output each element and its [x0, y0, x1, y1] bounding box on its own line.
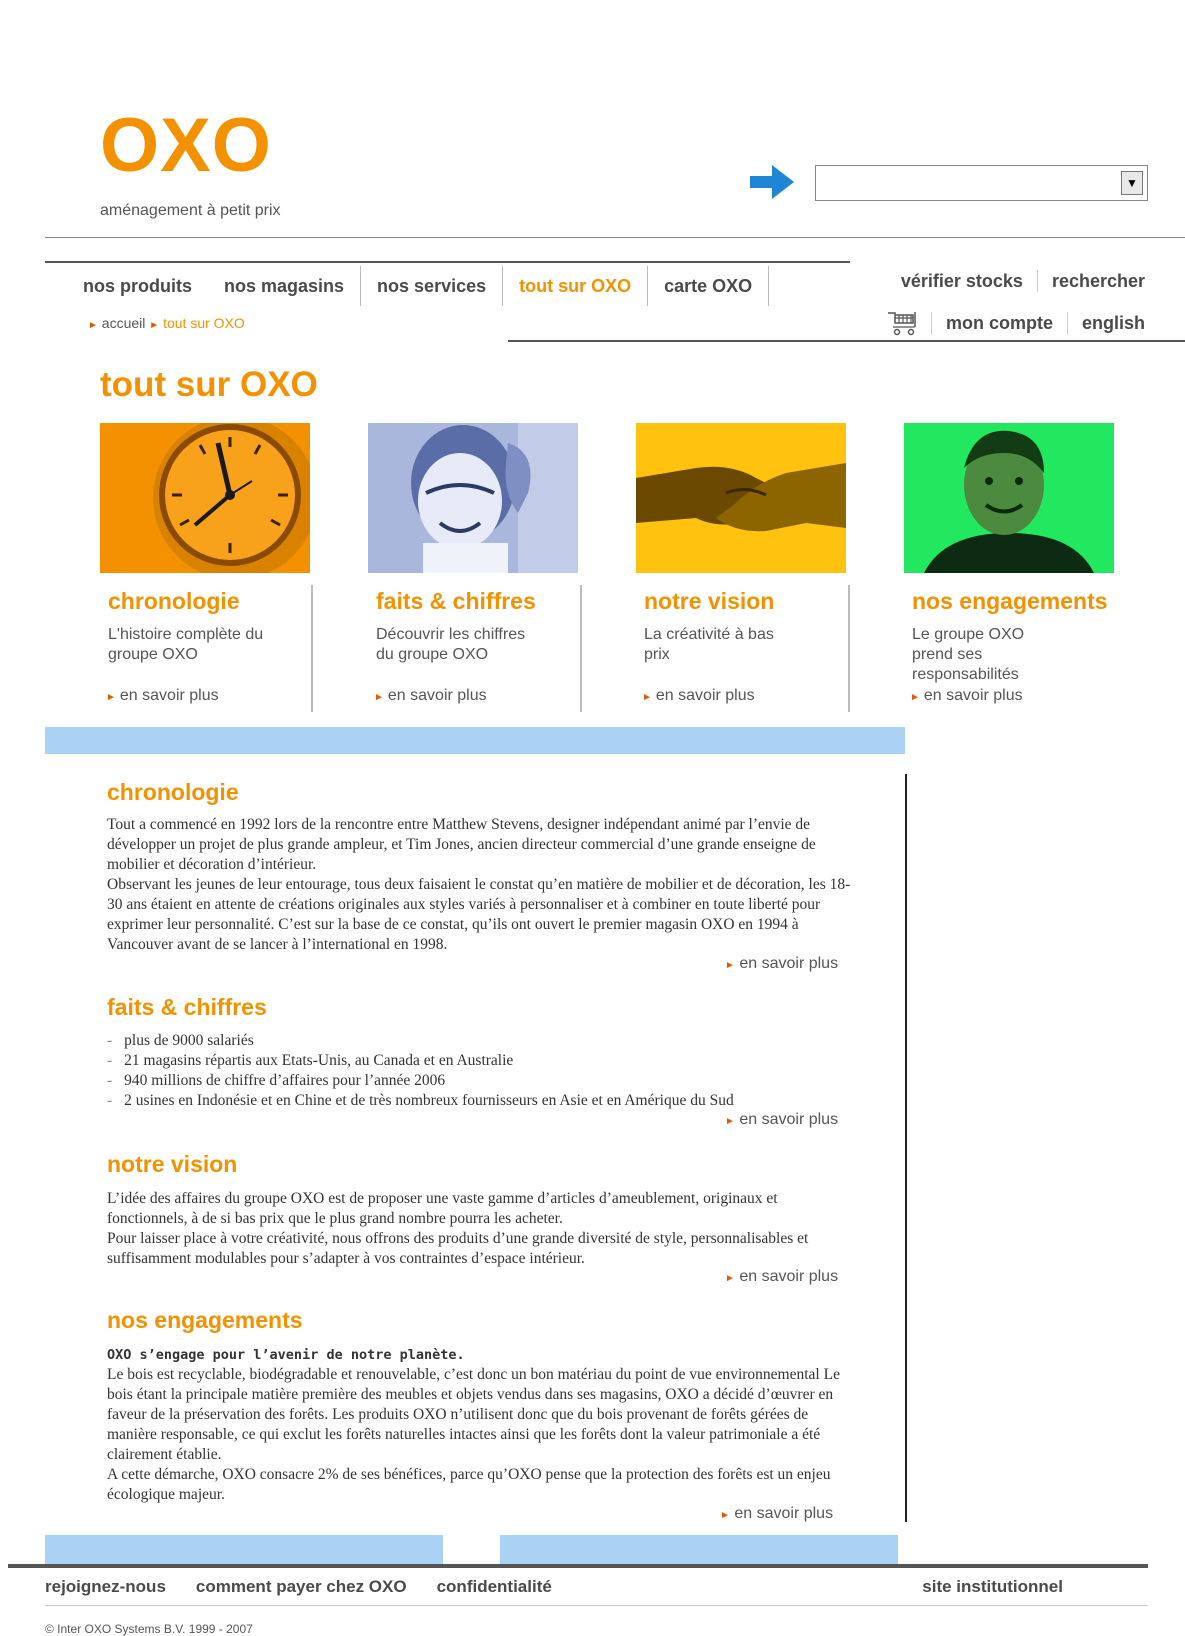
tagline: aménagement à petit prix [100, 202, 281, 219]
arrow-bullet-icon: ► [725, 1116, 735, 1127]
card-desc-faits: Découvrir les chiffres du groupe OXO [376, 626, 526, 663]
footer-bottom-line [45, 1605, 1148, 1606]
arrow-bullet-icon: ► [720, 1510, 730, 1521]
nav-separator [768, 266, 770, 306]
footer-blue-bar-left [45, 1535, 443, 1565]
main-nav: nos produits nos magasins nos services t… [45, 266, 770, 306]
section-more-label: en savoir plus [739, 1268, 839, 1285]
section-more-label: en savoir plus [739, 1111, 839, 1128]
header-divider [45, 237, 1185, 238]
section-more-chronologie[interactable]: ► en savoir plus [725, 955, 838, 973]
breadcrumb: ► accueil ► tout sur OXO [88, 315, 245, 331]
arrow-bullet-icon: ► [725, 1273, 735, 1284]
lead-paragraph: OXO s’engage pour l’avenir de notre plan… [107, 1347, 465, 1363]
section-more-engagements[interactable]: ► en savoir plus [720, 1505, 833, 1523]
content-right-border [905, 774, 907, 1522]
list-item: plus de 9000 salariés [107, 1031, 852, 1051]
arrow-bullet-icon: ► [725, 960, 735, 971]
card-more-label: en savoir plus [655, 687, 755, 704]
footer-link-payment[interactable]: comment payer chez OXO [196, 1577, 407, 1597]
card-title-engagements[interactable]: nos engagements [912, 588, 1108, 615]
section-body-vision: L’idée des affaires du groupe OXO est de… [107, 1189, 852, 1269]
utility-nav: vérifier stocks rechercher [887, 270, 1145, 292]
section-more-label: en savoir plus [734, 1505, 834, 1522]
right-arrow-icon[interactable] [748, 162, 796, 202]
nav-item-stores[interactable]: nos magasins [208, 270, 360, 302]
arrow-bullet-icon: ► [106, 692, 116, 703]
account-nav: mon compte english [887, 310, 1145, 336]
paragraph: Tout a commencé en 1992 lors de la renco… [107, 816, 816, 873]
paragraph: Le bois est recyclable, biodégradable et… [107, 1366, 840, 1463]
section-body-chronologie: Tout a commencé en 1992 lors de la renco… [107, 815, 852, 955]
card-more-label: en savoir plus [923, 687, 1023, 704]
section-more-label: en savoir plus [739, 955, 839, 972]
man-portrait-image[interactable] [904, 423, 1114, 573]
check-stock-link[interactable]: vérifier stocks [887, 271, 1037, 292]
footer-line [8, 1564, 1148, 1568]
card-desc-vision: La créativité à bas prix [644, 626, 774, 663]
paragraph: Pour laisser place à votre créativité, n… [107, 1230, 809, 1267]
blue-divider-bar [45, 727, 905, 754]
card-divider [580, 585, 582, 712]
arrow-bullet-icon: ► [374, 692, 384, 703]
breadcrumb-arrow-icon: ► [149, 320, 160, 331]
breadcrumb-current: tout sur OXO [163, 315, 245, 331]
card-desc-engagements: Le groupe OXO prend ses responsabilités [912, 626, 1025, 683]
card-divider [311, 585, 313, 712]
section-body-engagements: OXO s’engage pour l’avenir de notre plan… [107, 1345, 852, 1505]
card-title-vision[interactable]: notre vision [644, 588, 774, 615]
section-title-chronologie: chronologie [107, 779, 239, 805]
clock-image[interactable] [100, 423, 310, 573]
paragraph: A cette démarche, OXO consacre 2% de ses… [107, 1466, 831, 1503]
card-more-chronologie[interactable]: ► en savoir plus [106, 687, 219, 705]
page-title: tout sur OXO [100, 365, 318, 404]
logo[interactable]: OXO [100, 108, 272, 184]
footer-link-join[interactable]: rejoignez-nous [45, 1577, 166, 1597]
footer-nav: rejoignez-nous comment payer chez OXO co… [45, 1577, 552, 1597]
section-more-faits[interactable]: ► en savoir plus [725, 1111, 838, 1129]
footer-link-corporate[interactable]: site institutionnel [922, 1577, 1063, 1597]
footer-link-privacy[interactable]: confidentialité [437, 1577, 552, 1597]
english-link[interactable]: english [1068, 313, 1145, 334]
account-link[interactable]: mon compte [932, 313, 1067, 334]
util-bottom-line [508, 340, 1185, 342]
search-dropdown[interactable]: ▼ [815, 165, 1148, 201]
card-more-engagements[interactable]: ► en savoir plus [910, 687, 1023, 705]
card-more-faits[interactable]: ► en savoir plus [374, 687, 487, 705]
chevron-down-icon[interactable]: ▼ [1121, 171, 1143, 195]
arrow-bullet-icon: ► [910, 692, 920, 703]
paragraph: Observant les jeunes de leur entourage, … [107, 876, 851, 953]
card-divider [848, 585, 850, 712]
handshake-image[interactable] [636, 423, 846, 573]
list-item: 940 millions de chiffre d’affaires pour … [107, 1071, 852, 1091]
card-title-faits[interactable]: faits & chiffres [376, 588, 536, 615]
footer-blue-bar-right [500, 1535, 898, 1565]
section-title-faits: faits & chiffres [107, 994, 267, 1020]
arrow-bullet-icon: ► [642, 692, 652, 703]
search-link[interactable]: rechercher [1038, 271, 1145, 292]
card-more-label: en savoir plus [119, 687, 219, 704]
section-title-vision: notre vision [107, 1151, 238, 1177]
shopping-cart-icon[interactable] [887, 310, 919, 336]
card-more-label: en savoir plus [387, 687, 487, 704]
nav-item-products[interactable]: nos produits [45, 270, 208, 302]
list-item: 21 magasins répartis aux Etats-Unis, au … [107, 1051, 852, 1071]
nav-item-services[interactable]: nos services [361, 270, 502, 302]
paragraph: L’idée des affaires du groupe OXO est de… [107, 1190, 778, 1227]
breadcrumb-home[interactable]: accueil [102, 315, 146, 331]
nav-top-line [45, 261, 850, 263]
child-image[interactable] [368, 423, 578, 573]
breadcrumb-arrow-icon: ► [88, 320, 98, 331]
list-item: 2 usines en Indonésie et en Chine et de … [107, 1091, 852, 1111]
section-more-vision[interactable]: ► en savoir plus [725, 1268, 838, 1286]
copyright: © Inter OXO Systems B.V. 1999 - 2007 [45, 1622, 253, 1636]
card-title-chronologie[interactable]: chronologie [108, 588, 240, 615]
card-more-vision[interactable]: ► en savoir plus [642, 687, 755, 705]
card-desc-chronologie: L'histoire complète du groupe OXO [108, 626, 264, 663]
nav-item-card[interactable]: carte OXO [648, 270, 768, 302]
nav-item-about[interactable]: tout sur OXO [503, 270, 647, 302]
section-title-engagements: nos engagements [107, 1307, 303, 1333]
facts-list: plus de 9000 salariés 21 magasins répart… [107, 1031, 852, 1111]
